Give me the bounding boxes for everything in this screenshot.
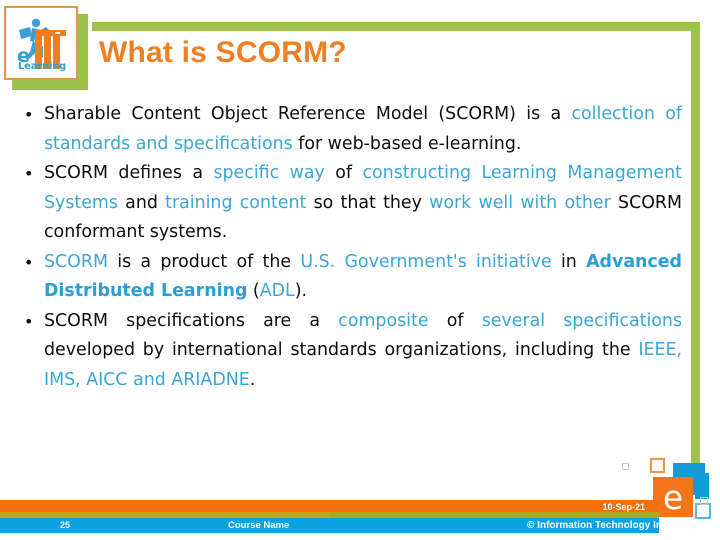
eiti-learning-logo: e Learning bbox=[4, 6, 88, 90]
text-run: training content bbox=[165, 192, 307, 213]
text-run: in bbox=[551, 251, 587, 272]
logo-word-learning: Learning bbox=[18, 61, 67, 72]
brand-outline-square-orange bbox=[650, 458, 665, 473]
decorative-square-small bbox=[622, 463, 629, 470]
text-run: for web-based e-learning. bbox=[292, 133, 522, 154]
text-run: ). bbox=[294, 281, 308, 301]
text-run: of bbox=[428, 310, 482, 331]
text-run: . bbox=[249, 369, 256, 390]
footer: 25 Course Name 10-Sep-21 © Information T… bbox=[0, 500, 720, 540]
text-run: SCORM specifications are a bbox=[44, 310, 339, 331]
text-run: specific way bbox=[213, 163, 325, 183]
text-run: SCORM bbox=[44, 251, 108, 272]
list-item: SCORM defines a specific way of construc… bbox=[10, 159, 682, 248]
list-item: SCORM specifications are a composite of … bbox=[10, 307, 682, 396]
list-item: Sharable Content Object Reference Model … bbox=[10, 100, 682, 159]
footer-band-orange bbox=[0, 500, 659, 512]
text-run: work well with other bbox=[429, 192, 611, 213]
text-run: and bbox=[117, 192, 166, 213]
content-body: Sharable Content Object Reference Model … bbox=[10, 100, 682, 395]
text-run: so that they bbox=[306, 192, 430, 213]
slide: e Learning What is SCORM? Sharable Conte… bbox=[0, 0, 720, 540]
text-run: ( bbox=[247, 281, 260, 301]
bullet-list: Sharable Content Object Reference Model … bbox=[10, 100, 682, 395]
frame-top-border bbox=[92, 22, 700, 31]
text-run: U.S. Government's initiative bbox=[300, 251, 552, 272]
page-title: What is SCORM? bbox=[99, 36, 347, 69]
list-item: SCORM is a product of the U.S. Governmen… bbox=[10, 248, 682, 307]
footer-copyright: © Information Technology Institute bbox=[527, 520, 692, 531]
logo-inner: e Learning bbox=[6, 8, 76, 78]
text-run: composite bbox=[338, 310, 429, 331]
logo-card: e Learning bbox=[4, 6, 78, 80]
footer-date: 10-Sep-21 bbox=[602, 502, 645, 512]
text-run: of bbox=[324, 163, 363, 183]
text-run: ADL bbox=[259, 281, 295, 301]
logo-white-dot bbox=[54, 31, 61, 35]
text-run: developed by international standards org… bbox=[44, 340, 639, 360]
text-run: several specifications bbox=[481, 310, 683, 331]
brand-square-blue-secondary bbox=[695, 473, 709, 499]
page-number: 25 bbox=[60, 520, 71, 530]
course-name: Course Name bbox=[228, 520, 290, 531]
text-run: Sharable Content Object Reference Model … bbox=[44, 104, 572, 124]
text-run: SCORM defines a bbox=[44, 163, 214, 183]
frame-right-border bbox=[691, 22, 700, 480]
text-run: is a product of the bbox=[107, 251, 301, 272]
